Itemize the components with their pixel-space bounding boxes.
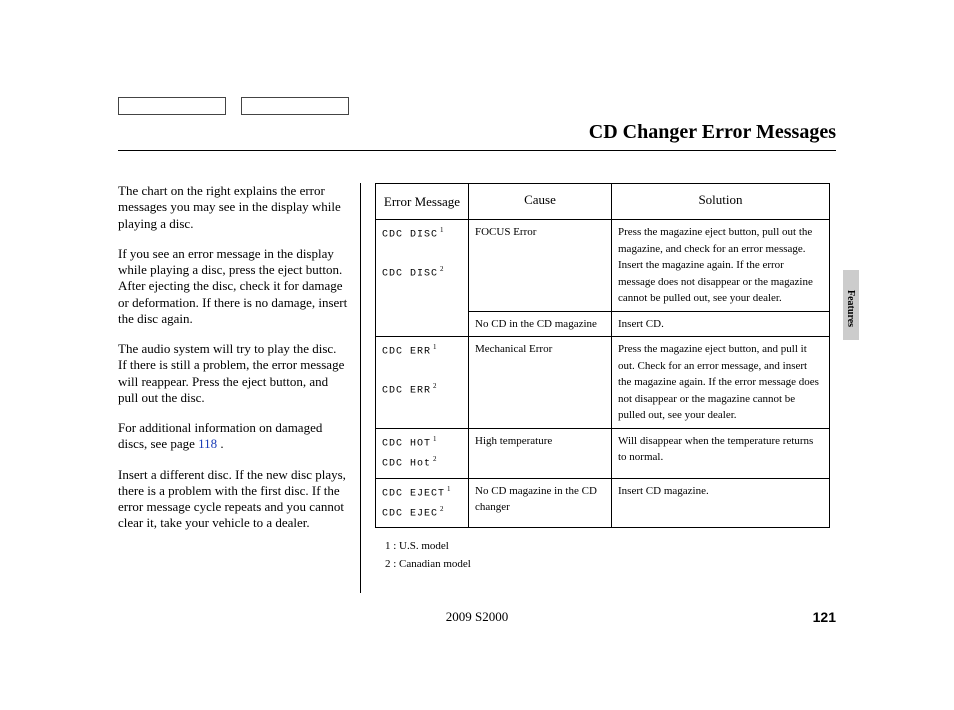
- display-text: CDC HOT: [382, 438, 431, 449]
- error-display-cell: CDC EJECT1 CDC EJEC2: [376, 478, 469, 528]
- header-box-1: [118, 97, 226, 115]
- footnote-ref: 1: [433, 343, 437, 351]
- error-messages-table: Error Message Cause Solution CDC DISC1 C…: [375, 183, 830, 528]
- solution-cell: Insert CD.: [612, 311, 830, 337]
- page-number: 121: [813, 609, 836, 625]
- body-paragraph: Insert a different disc. If the new disc…: [118, 467, 348, 532]
- footnote-ref: 1: [433, 435, 437, 443]
- cause-cell: No CD magazine in the CD changer: [469, 478, 612, 528]
- section-tab-label: Features: [845, 290, 856, 327]
- footer-model: 2009 S2000: [0, 609, 954, 625]
- content-area: The chart on the right explains the erro…: [118, 183, 830, 593]
- table-footnotes: 1 : U.S. model 2 : Canadian model: [385, 538, 830, 573]
- table-header-row: Error Message Cause Solution: [376, 184, 830, 220]
- display-text: CDC DISC: [382, 230, 438, 241]
- table-column: Error Message Cause Solution CDC DISC1 C…: [375, 183, 830, 593]
- table-header: Cause: [469, 184, 612, 220]
- column-divider: [360, 183, 361, 593]
- footnote-ref: 1: [440, 226, 444, 234]
- table-header: Solution: [612, 184, 830, 220]
- footnote: 1 : U.S. model: [385, 538, 830, 556]
- footnote: 2 : Canadian model: [385, 556, 830, 574]
- cause-cell: No CD in the CD magazine: [469, 311, 612, 337]
- solution-cell: Press the magazine eject button, and pul…: [612, 337, 830, 429]
- body-paragraph: For additional information on damaged di…: [118, 420, 348, 453]
- solution-cell: Press the magazine eject button, pull ou…: [612, 220, 830, 312]
- body-paragraph: The chart on the right explains the erro…: [118, 183, 348, 232]
- solution-cell: Will disappear when the temperature retu…: [612, 428, 830, 478]
- table-row: CDC EJECT1 CDC EJEC2 No CD magazine in t…: [376, 478, 830, 528]
- body-text: .: [217, 436, 224, 451]
- error-display-cell: CDC HOT1 CDC Hot2: [376, 428, 469, 478]
- display-text: CDC DISC: [382, 268, 438, 279]
- display-text: CDC EJEC: [382, 508, 438, 519]
- error-display-cell: CDC DISC1 CDC DISC2: [376, 220, 469, 337]
- table-row: CDC DISC1 CDC DISC2 FOCUS Error Press th…: [376, 220, 830, 312]
- error-display-cell: CDC ERR1 CDC ERR2: [376, 337, 469, 429]
- footnote-ref: 2: [433, 382, 437, 390]
- body-paragraph: The audio system will try to play the di…: [118, 341, 348, 406]
- table-header: Error Message: [376, 184, 469, 220]
- table-row: CDC ERR1 CDC ERR2 Mechanical Error Press…: [376, 337, 830, 429]
- header-placeholder-boxes: [118, 97, 349, 115]
- display-text: CDC ERR: [382, 385, 431, 396]
- footnote-ref: 2: [440, 265, 444, 273]
- display-text: CDC ERR: [382, 347, 431, 358]
- display-text: CDC EJECT: [382, 488, 445, 499]
- display-text: CDC Hot: [382, 459, 431, 470]
- footnote-ref: 2: [433, 455, 437, 463]
- page-reference-link[interactable]: 118: [198, 436, 217, 451]
- table-row: CDC HOT1 CDC Hot2 High temperature Will …: [376, 428, 830, 478]
- header-box-2: [241, 97, 349, 115]
- cause-cell: High temperature: [469, 428, 612, 478]
- cause-cell: FOCUS Error: [469, 220, 612, 312]
- body-paragraph: If you see an error message in the displ…: [118, 246, 348, 327]
- footnote-ref: 2: [440, 505, 444, 513]
- page-title: CD Changer Error Messages: [589, 121, 836, 144]
- footnote-ref: 1: [447, 485, 451, 493]
- cause-cell: Mechanical Error: [469, 337, 612, 429]
- title-rule: [118, 150, 836, 151]
- solution-cell: Insert CD magazine.: [612, 478, 830, 528]
- body-text-column: The chart on the right explains the erro…: [118, 183, 360, 593]
